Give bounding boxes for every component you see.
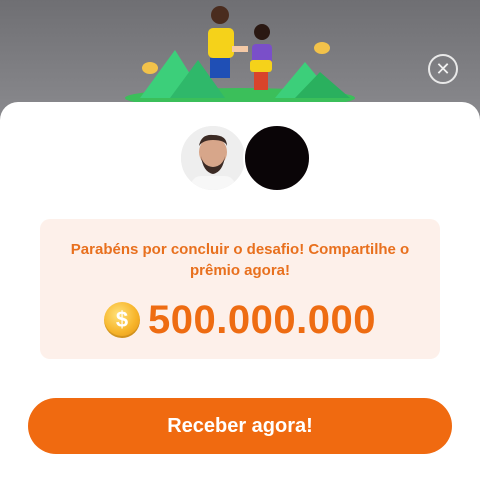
reward-message: Parabéns por concluir o desafio! Compart… bbox=[70, 241, 410, 279]
reward-amount-row: $ 500.000.000 bbox=[40, 297, 440, 343]
reward-sheet: Parabéns por concluir o desafio! Compart… bbox=[0, 102, 480, 488]
user-avatar-black bbox=[243, 124, 311, 192]
receive-now-button[interactable]: Receber agora! bbox=[28, 398, 452, 454]
user-avatar-photo bbox=[179, 124, 247, 192]
coin-symbol: $ bbox=[115, 307, 129, 332]
children-running-illustration bbox=[125, 6, 355, 108]
reward-amount: 500.000.000 bbox=[148, 297, 376, 342]
coin-icon: $ bbox=[104, 302, 141, 338]
reward-card: Parabéns por concluir o desafio! Compart… bbox=[40, 219, 440, 359]
close-icon: ✕ bbox=[435, 59, 451, 79]
avatar-group bbox=[179, 124, 311, 192]
person-portrait-icon bbox=[181, 126, 245, 190]
close-button[interactable]: ✕ bbox=[428, 54, 458, 84]
